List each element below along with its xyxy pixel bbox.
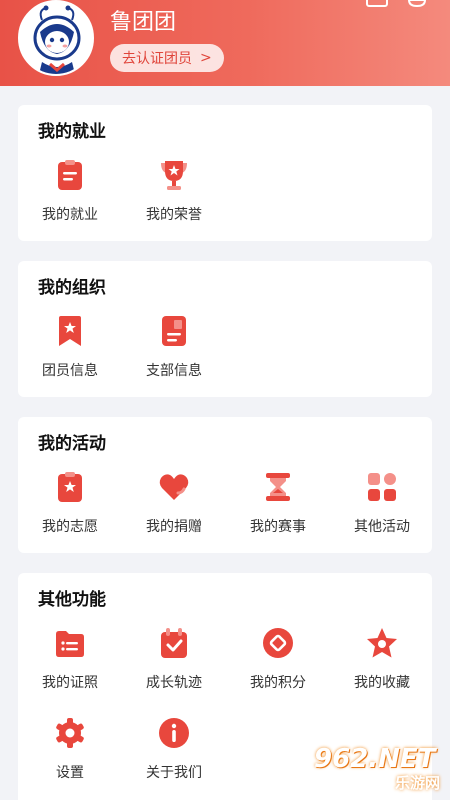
item-my-donation[interactable]: 我的捐赠 (122, 471, 226, 551)
item-my-favorites[interactable]: 我的收藏 (330, 627, 434, 707)
user-name: 鲁团团 (110, 10, 177, 35)
trophy-icon (161, 161, 187, 190)
coin-icon (263, 628, 293, 658)
star-clipboard-icon (58, 472, 82, 502)
section-title: 我的就业 (38, 122, 106, 142)
item-my-employment[interactable]: 我的就业 (18, 159, 122, 239)
item-other-activities[interactable]: 其他活动 (330, 471, 434, 551)
item-my-volunteer[interactable]: 我的志愿 (18, 471, 122, 551)
bookmark-star-icon (59, 316, 81, 346)
item-label: 我的积分 (250, 675, 306, 691)
item-label: 团员信息 (42, 363, 98, 379)
section-title: 我的组织 (38, 278, 106, 298)
hourglass-icon (266, 473, 290, 501)
item-label: 我的证照 (42, 675, 98, 691)
item-label: 我的捐赠 (146, 519, 202, 535)
watermark-logo: 962.NET 乐游网 (306, 742, 446, 796)
certify-member-button[interactable]: 去认证团员 > (110, 44, 224, 72)
chevron-right-icon: > (200, 50, 212, 66)
section-employment: 我的就业 我的就业 我的荣誉 (18, 105, 432, 241)
item-label: 我的赛事 (250, 519, 306, 535)
item-my-points[interactable]: 我的积分 (226, 627, 330, 707)
item-member-info[interactable]: 团员信息 (18, 315, 122, 395)
item-my-honors[interactable]: 我的荣誉 (122, 159, 226, 239)
gear-icon (56, 718, 84, 748)
item-label: 关于我们 (146, 765, 202, 781)
message-icon[interactable] (406, 0, 428, 8)
section-activities: 我的活动 我的志愿 我的捐赠 我的赛事 其他活动 (18, 417, 432, 553)
section-title: 其他功能 (38, 590, 106, 610)
grid-icon (368, 473, 396, 501)
folder-icon (56, 631, 84, 657)
item-label: 成长轨迹 (146, 675, 202, 691)
item-label: 我的荣誉 (146, 207, 202, 223)
item-label: 设置 (56, 765, 84, 781)
section-organization: 我的组织 团员信息 支部信息 (18, 261, 432, 397)
watermark-main: 962.NET (314, 744, 436, 774)
calendar-check-icon (161, 628, 187, 658)
item-label: 我的收藏 (354, 675, 410, 691)
profile-header: 鲁团团 去认证团员 > (0, 0, 450, 86)
document-icon (162, 316, 186, 346)
section-title: 我的活动 (38, 434, 106, 454)
scan-icon[interactable] (366, 0, 388, 8)
star-icon (367, 628, 397, 658)
info-icon (159, 718, 189, 748)
item-settings[interactable]: 设置 (18, 717, 122, 797)
avatar[interactable] (18, 0, 94, 76)
clipboard-icon (58, 160, 82, 190)
item-label: 支部信息 (146, 363, 202, 379)
item-growth-track[interactable]: 成长轨迹 (122, 627, 226, 707)
item-label: 我的就业 (42, 207, 98, 223)
watermark-sub: 乐游网 (394, 774, 440, 792)
item-label: 我的志愿 (42, 519, 98, 535)
mascot-avatar-icon (20, 2, 92, 74)
heart-icon (159, 474, 189, 500)
item-my-competition[interactable]: 我的赛事 (226, 471, 330, 551)
item-my-certificates[interactable]: 我的证照 (18, 627, 122, 707)
item-branch-info[interactable]: 支部信息 (122, 315, 226, 395)
certify-member-label: 去认证团员 (122, 51, 192, 67)
item-label: 其他活动 (354, 519, 410, 535)
item-about-us[interactable]: 关于我们 (122, 717, 226, 797)
